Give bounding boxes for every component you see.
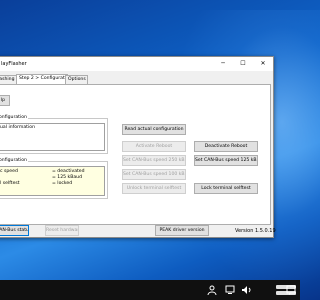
reset-hardware-button[interactable]: Reset hardware (45, 225, 79, 236)
peak-driver-version-button[interactable]: PEAK driver version (155, 225, 209, 236)
people-icon[interactable] (206, 284, 218, 296)
status-name-reboot: c speed (0, 169, 18, 174)
configuration-panel: lp onfiguration ual information onfigura… (0, 84, 271, 225)
info-textbox[interactable]: ual information (0, 123, 105, 151)
volume-icon[interactable] (240, 284, 252, 296)
current-configuration-label: onfiguration (0, 158, 28, 163)
tab-strip: lashing Step 2 > Configuration Options (0, 74, 271, 84)
title-bar[interactable]: layFlasher ─ ☐ ✕ (0, 57, 273, 71)
set-speed-100-button[interactable]: Set CAN-Bus speed 100 kBaud (122, 169, 186, 180)
close-button[interactable]: ✕ (253, 57, 273, 71)
info-text: ual information (0, 125, 35, 130)
status-value-speed: = 125 kBaud (52, 175, 82, 180)
set-speed-125-button[interactable]: Set CAN-Bus speed 125 kBaud (194, 155, 258, 166)
configuration-group-label: onfiguration (0, 115, 28, 120)
read-configuration-button[interactable]: Read actual configuration (122, 124, 186, 135)
tab-configuration[interactable]: Step 2 > Configuration (16, 74, 72, 84)
configuration-status-box: c speed = deactivated = 125 kBaud l self… (0, 166, 105, 196)
network-icon[interactable] (224, 284, 236, 296)
notifications-icon[interactable] (286, 284, 296, 296)
status-value-selftest: = locked (52, 181, 73, 186)
tab-options[interactable]: Options (65, 75, 88, 84)
minimize-button[interactable]: ─ (213, 57, 233, 71)
footer-bar: CAN-Bus status Reset hardware PEAK drive… (0, 224, 276, 236)
set-speed-250-button[interactable]: Set CAN-Bus speed 250 kBaud (122, 155, 186, 166)
help-button[interactable]: lp (0, 95, 10, 106)
lock-selftest-button[interactable]: Lock terminal selftest (194, 183, 258, 194)
deactivate-reboot-button[interactable]: Deactivate Reboot (194, 141, 258, 152)
status-name-selftest: l selftest (0, 181, 20, 186)
maximize-button[interactable]: ☐ (233, 57, 253, 71)
activate-reboot-button[interactable]: Activate Reboot (122, 141, 186, 152)
flasher-window: layFlasher ─ ☐ ✕ lashing Step 2 > Config… (0, 56, 276, 238)
status-value-reboot: = deactivated (52, 169, 85, 174)
window-title: layFlasher (1, 61, 27, 67)
can-status-button[interactable]: CAN-Bus status (0, 225, 29, 236)
unlock-selftest-button[interactable]: Unlock terminal selftest (122, 183, 186, 194)
version-label: Version 1.5.0.19 (235, 228, 276, 234)
taskbar (0, 280, 300, 300)
